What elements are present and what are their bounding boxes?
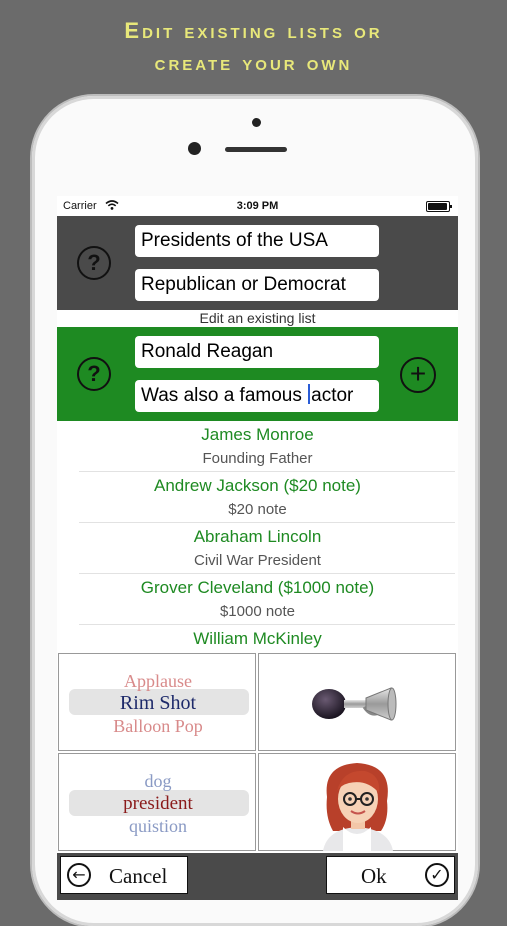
cancel-label: Cancel xyxy=(109,864,168,888)
list-item[interactable]: Abraham Lincoln Civil War President xyxy=(79,523,455,574)
earpiece-speaker xyxy=(225,147,287,152)
list-item[interactable]: Andrew Jackson ($20 note) $20 note xyxy=(79,472,455,523)
edit-list-caption: Edit an existing list xyxy=(57,310,458,327)
bottom-action-bar: ← Cancel Ok ✓ xyxy=(57,853,458,900)
add-item-button[interactable]: + xyxy=(400,357,436,393)
item-name: Abraham Lincoln xyxy=(193,527,322,546)
arrow-left-icon: ← xyxy=(67,863,91,887)
hint-text-after: actor xyxy=(311,385,354,406)
list-subtitle-field[interactable]: Republican or Democrat xyxy=(135,269,379,301)
picker-option[interactable]: Balloon Pop xyxy=(59,716,257,737)
sound-voice-grid: Applause Rim Shot Balloon Pop dog presid… xyxy=(57,653,458,853)
sound-preview-button[interactable] xyxy=(258,653,456,751)
item-name: Grover Cleveland ($1000 note) xyxy=(140,578,375,597)
item-editor-panel: ? Ronald Reagan Was also a famous actor … xyxy=(57,327,458,421)
list-header-panel: ? Presidents of the USA Republican or De… xyxy=(57,216,458,310)
item-help-button[interactable]: ? xyxy=(77,357,111,391)
item-hint-field[interactable]: Was also a famous actor xyxy=(135,380,379,412)
promo-headline-line1: Edit existing lists or xyxy=(124,18,383,43)
items-list[interactable]: James Monroe Founding Father Andrew Jack… xyxy=(57,421,458,653)
app-screen: Carrier 3:09 PM ? Presidents of the USA … xyxy=(57,196,458,900)
list-item[interactable]: William McKinley xyxy=(79,625,455,653)
picker-option-selected[interactable]: Rim Shot xyxy=(59,692,257,715)
item-desc: Founding Father xyxy=(202,450,313,467)
woman-with-glasses-avatar xyxy=(323,763,393,851)
checkmark-icon: ✓ xyxy=(425,863,449,887)
list-item[interactable]: Grover Cleveland ($1000 note) $1000 note xyxy=(79,574,455,625)
item-desc: $1000 note xyxy=(219,603,296,620)
item-desc: Civil War President xyxy=(194,552,321,569)
battery-icon xyxy=(426,201,452,212)
picker-option-selected[interactable]: president xyxy=(59,793,257,815)
proximity-sensor xyxy=(188,142,201,155)
status-time: 3:09 PM xyxy=(236,200,279,212)
text-cursor xyxy=(308,384,311,404)
picker-option[interactable]: Applause xyxy=(59,671,257,692)
bicycle-horn-icon xyxy=(312,687,397,721)
list-item[interactable]: James Monroe Founding Father xyxy=(79,421,455,472)
picker-option[interactable]: quistion xyxy=(59,816,257,837)
hint-text-before: Was also a famous xyxy=(141,385,308,406)
item-name: James Monroe xyxy=(201,425,314,444)
item-name: Andrew Jackson ($20 note) xyxy=(154,476,361,495)
front-camera xyxy=(252,118,261,127)
item-name: William McKinley xyxy=(193,629,322,648)
status-bar: Carrier 3:09 PM xyxy=(57,196,458,216)
ok-label: Ok xyxy=(361,864,387,888)
promo-headline-line2: create your own xyxy=(154,50,353,75)
picker-option[interactable]: dog xyxy=(59,771,257,792)
item-name-field[interactable]: Ronald Reagan xyxy=(135,336,379,368)
voice-preview-button[interactable] xyxy=(258,753,456,851)
sound-picker[interactable]: Applause Rim Shot Balloon Pop xyxy=(58,653,256,751)
item-desc: $20 note xyxy=(228,501,287,518)
list-help-button[interactable]: ? xyxy=(77,246,111,280)
ok-button[interactable]: Ok ✓ xyxy=(326,856,455,894)
voice-picker[interactable]: dog president quistion xyxy=(58,753,256,851)
list-title-field[interactable]: Presidents of the USA xyxy=(135,225,379,257)
cancel-button[interactable]: ← Cancel xyxy=(60,856,188,894)
